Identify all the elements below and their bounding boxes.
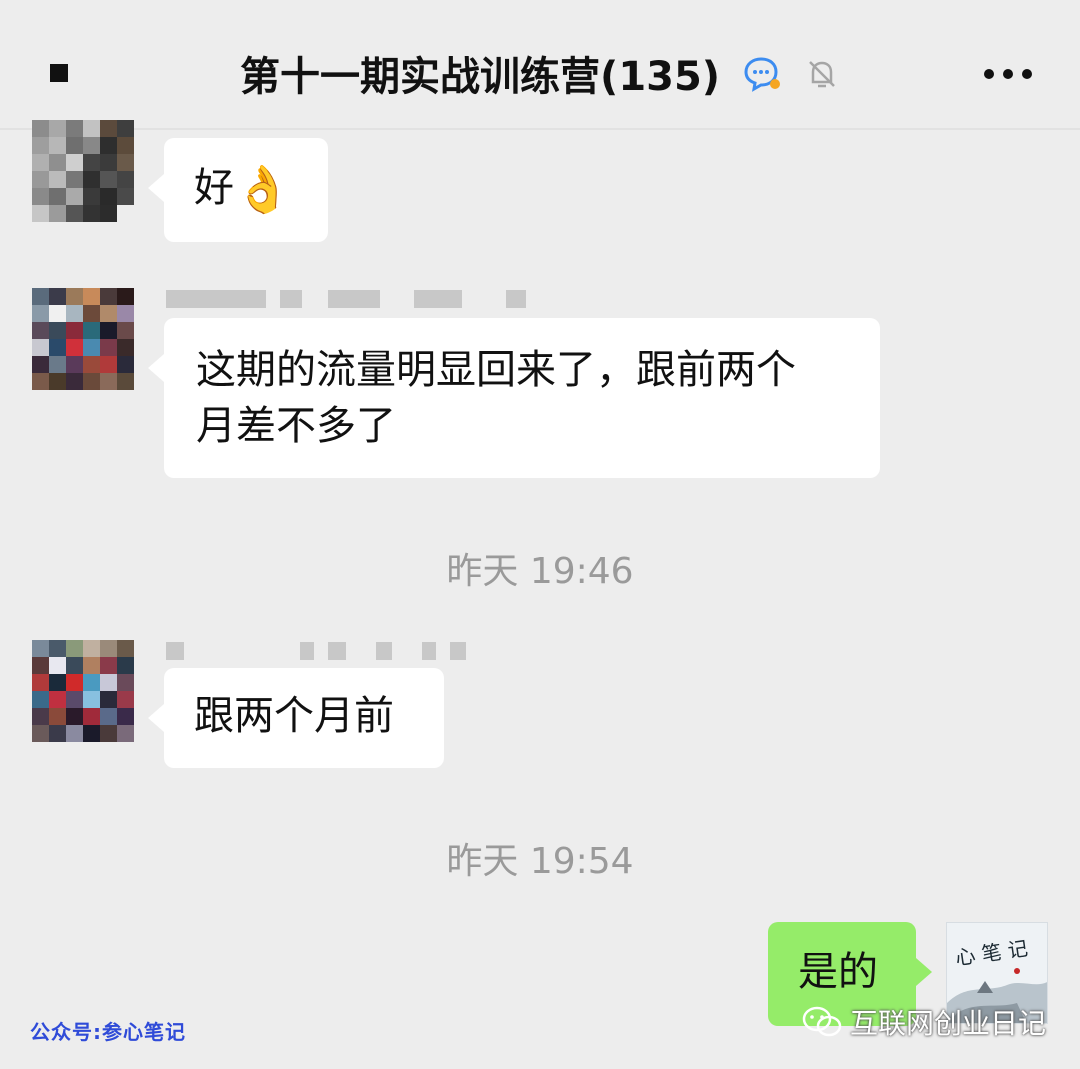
nickname-blurred — [166, 640, 466, 662]
chat-title: 第十一期实战训练营(135) — [0, 50, 1080, 104]
message-text: 好 — [194, 165, 234, 211]
ok-hand-emoji: 👌 — [234, 162, 292, 216]
watermark-left: 公众号:参心笔记 — [30, 1020, 186, 1044]
message-bubble[interactable]: 好👌 — [148, 138, 328, 242]
watermark-right-text: 互联网创业日记 — [849, 1007, 1046, 1040]
message-text: 跟两个月前 — [194, 693, 394, 739]
chat-header: 第十一期实战训练营(135) — [0, 0, 1080, 130]
watermark-right: 互联网创业日记 — [802, 1002, 1046, 1042]
group-name: 第十一期实战训练营 — [240, 54, 601, 100]
message-bubble[interactable]: 跟两个月前 — [148, 668, 444, 768]
timestamp: 昨天 19:46 — [446, 551, 634, 592]
more-icon[interactable] — [984, 62, 1032, 86]
message-text-line: 月差不多了 — [196, 403, 396, 449]
avatar[interactable] — [32, 288, 134, 390]
mute-bell-icon — [804, 52, 840, 106]
avatar[interactable] — [32, 640, 134, 742]
message-text: 是的 — [798, 949, 878, 995]
avatar[interactable] — [32, 120, 134, 222]
message-text-line: 这期的流量明显回来了，跟前两个 — [196, 347, 796, 393]
nickname-blurred — [166, 288, 526, 310]
wechat-icon — [802, 1006, 842, 1037]
member-count: (135) — [600, 54, 721, 100]
timestamp: 昨天 19:54 — [446, 841, 634, 882]
chat-bubble-icon — [742, 52, 782, 106]
message-bubble[interactable]: 这期的流量明显回来了，跟前两个 月差不多了 — [148, 318, 880, 478]
